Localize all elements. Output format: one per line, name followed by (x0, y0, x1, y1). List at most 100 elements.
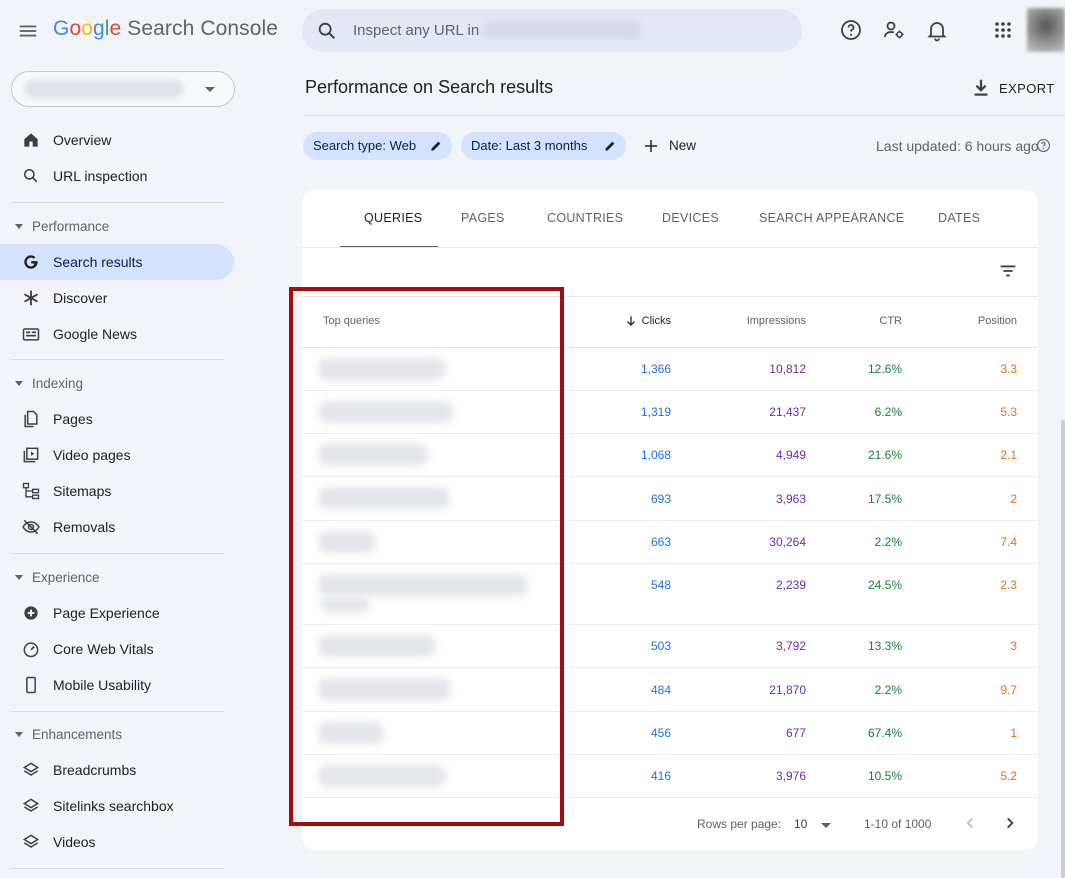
tab-devices[interactable]: DEVICES (662, 211, 719, 225)
home-icon (24, 133, 38, 147)
tab-pages[interactable]: PAGES (461, 211, 505, 225)
table-row[interactable]: 1,068 4,949 21.6% 2.1 (302, 434, 1038, 477)
sidebar-item-video-pages[interactable]: Video pages (0, 437, 234, 473)
sidebar-item-breadcrumbs[interactable]: Breadcrumbs (0, 752, 234, 788)
column-header-top-queries[interactable]: Top queries (323, 315, 380, 327)
tab-dates[interactable]: DATES (938, 211, 980, 225)
sidebar-item-mobile-usability[interactable]: Mobile Usability (0, 667, 234, 703)
cell-clicks: 456 (650, 726, 671, 740)
cell-clicks: 484 (650, 683, 671, 697)
cell-position: 5.2 (1000, 769, 1017, 783)
cell-impressions: 2,239 (775, 578, 806, 592)
table-row[interactable]: 663 30,264 2.2% 7.4 (302, 521, 1038, 564)
cell-ctr: 10.5% (867, 769, 902, 783)
column-header-position[interactable]: Position (978, 315, 1017, 327)
help-circle-icon[interactable] (1036, 138, 1051, 153)
column-header-clicks[interactable]: Clicks (626, 315, 671, 327)
table-row[interactable]: 693 3,963 17.5% 2 (302, 477, 1038, 521)
property-selector[interactable] (11, 71, 235, 107)
sidebar-item-sitemaps[interactable]: Sitemaps (0, 473, 234, 509)
next-page-icon[interactable] (999, 812, 1021, 834)
sidebar-item-page-experience[interactable]: Page Experience (0, 595, 234, 631)
section-experience[interactable]: Experience (0, 566, 230, 590)
redacted-property (24, 80, 184, 98)
dropdown-arrow-icon (821, 823, 831, 828)
tabs-divider (302, 247, 1038, 248)
layers-icon (22, 798, 40, 812)
table-row[interactable]: 548 2,239 24.5% 2.3 (302, 564, 1038, 625)
cell-impressions: 21,437 (769, 405, 806, 419)
sidebar-item-overview[interactable]: Overview (0, 122, 234, 158)
sidebar-item-removals[interactable]: Removals (0, 509, 234, 545)
sidebar-item-discover[interactable]: Discover (0, 280, 234, 316)
tab-queries[interactable]: QUERIES (364, 211, 422, 225)
page-scrollbar[interactable] (1061, 420, 1065, 878)
filter-chip-date[interactable]: Date: Last 3 months (461, 132, 626, 160)
page-title: Performance on Search results (305, 77, 554, 97)
caret-down-icon (15, 575, 23, 580)
search-console-logo[interactable]: Google Search Console (53, 17, 278, 41)
table-row[interactable]: 1,366 10,812 12.6% 3.3 (302, 348, 1038, 391)
table-row[interactable]: 503 3,792 13.3% 3 (302, 625, 1038, 668)
sidebar-item-google-news[interactable]: Google News (0, 316, 234, 352)
redacted-query (318, 358, 446, 380)
header-divider (303, 115, 1065, 116)
sidebar-divider (11, 553, 224, 554)
video-pages-icon (23, 447, 39, 463)
cell-position: 2.1 (1000, 448, 1017, 462)
cell-position: 2.3 (1000, 578, 1017, 592)
sidebar-item-pages[interactable]: Pages (0, 401, 234, 437)
sidebar-item-core-web-vitals[interactable]: Core Web Vitals (0, 631, 234, 667)
sidebar-divider (11, 359, 224, 360)
tab-countries[interactable]: COUNTRIES (547, 211, 623, 225)
tab-search-appearance[interactable]: SEARCH APPEARANCE (759, 211, 904, 225)
sidebar-item-sitelinks-searchbox[interactable]: Sitelinks searchbox (0, 788, 234, 824)
new-filter-button[interactable]: New (640, 133, 710, 159)
sidebar-divider (11, 202, 224, 203)
column-header-impressions[interactable]: Impressions (747, 315, 806, 327)
redacted-query (318, 678, 451, 700)
redacted-property-name (482, 21, 642, 39)
notifications-bell-icon[interactable] (925, 18, 949, 42)
sidebar-divider (11, 868, 224, 869)
previous-page-icon[interactable] (959, 812, 981, 834)
section-performance[interactable]: Performance (0, 215, 230, 239)
search-icon (318, 22, 336, 40)
cell-impressions: 3,792 (775, 639, 806, 653)
cell-ctr: 12.6% (867, 362, 902, 376)
last-updated-text: Last updated: 6 hours ago (876, 138, 1039, 154)
apps-grid-icon[interactable] (991, 18, 1015, 42)
cell-impressions: 30,264 (769, 535, 806, 549)
account-avatar[interactable] (1027, 8, 1065, 52)
hamburger-menu-icon[interactable] (17, 20, 39, 42)
user-settings-icon[interactable] (882, 18, 906, 42)
cell-impressions: 10,812 (769, 362, 806, 376)
filter-rows-icon[interactable] (997, 260, 1019, 282)
layers-icon (22, 834, 40, 848)
sidebar-item-videos[interactable]: Videos (0, 824, 234, 860)
product-name: Search Console (127, 17, 279, 40)
table-row[interactable]: 416 3,976 10.5% 5.2 (302, 755, 1038, 798)
section-enhancements[interactable]: Enhancements (0, 723, 230, 747)
gauge-icon (23, 642, 39, 658)
column-header-ctr[interactable]: CTR (879, 315, 902, 327)
help-icon[interactable] (839, 18, 863, 42)
table-row[interactable]: 1,319 21,437 6.2% 5.3 (302, 391, 1038, 434)
cell-ctr: 17.5% (867, 492, 902, 506)
table-row[interactable]: 456 677 67.4% 1 (302, 712, 1038, 755)
redacted-query-line2 (320, 598, 370, 612)
rows-per-page-select[interactable]: 10 (794, 814, 834, 834)
google-g-icon (24, 255, 38, 269)
cell-ctr: 6.2% (874, 405, 902, 419)
cell-position: 7.4 (1000, 535, 1017, 549)
sidebar-item-url-inspection[interactable]: URL inspection (0, 158, 234, 194)
cell-clicks: 548 (650, 578, 671, 592)
sidebar-item-search-results[interactable]: Search results (0, 244, 234, 280)
sitemap-icon (22, 482, 40, 500)
edit-pencil-icon (431, 141, 441, 151)
table-row[interactable]: 484 21,870 2.2% 9.7 (302, 668, 1038, 712)
url-inspect-search-input[interactable]: Inspect any URL in (302, 9, 802, 52)
search-icon (24, 169, 38, 183)
section-indexing[interactable]: Indexing (0, 372, 230, 396)
filter-chip-search-type[interactable]: Search type: Web (303, 132, 452, 160)
